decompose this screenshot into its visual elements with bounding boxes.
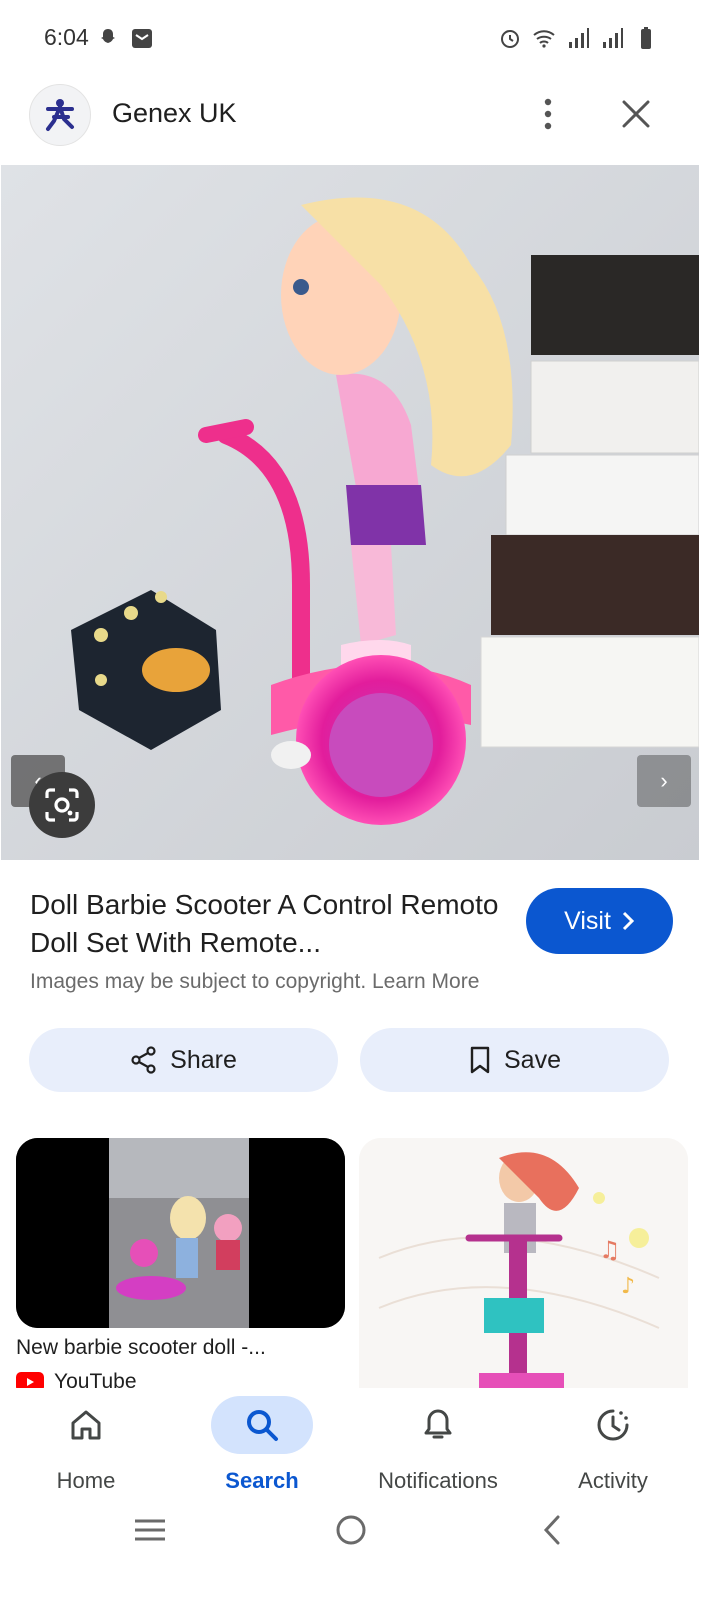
back-chevron-icon [543, 1515, 560, 1545]
related-title[interactable]: New barbie scooter doll -... [16, 1336, 345, 1360]
menu-lines-icon [135, 1519, 165, 1541]
related-result-card[interactable]: New barbie scooter doll -... YouTube [16, 1138, 345, 1394]
search-icon [247, 1410, 278, 1441]
site-name[interactable]: Genex UK [112, 98, 237, 129]
wifi-icon [533, 30, 555, 48]
visit-label: Visit [564, 906, 611, 935]
status-time: 6:04 [44, 24, 89, 50]
nav-activity[interactable]: Activity [528, 1388, 698, 1500]
bottom-navigation: Home Search Notifications Activity [0, 1388, 720, 1500]
system-navigation-bar [0, 1500, 720, 1608]
activity-icon [597, 1409, 629, 1441]
signal-icon [569, 28, 589, 48]
video-thumbnail [16, 1138, 345, 1328]
save-label: Save [504, 1045, 561, 1074]
signal-icon [603, 28, 623, 48]
share-icon [131, 1046, 156, 1074]
back-button[interactable] [522, 1508, 582, 1552]
nav-search[interactable]: Search [177, 1388, 347, 1500]
status-bar: 6:04 [0, 0, 720, 80]
bookmark-icon [470, 1046, 490, 1074]
circle-home-icon [336, 1515, 366, 1545]
bell-icon [424, 1409, 452, 1439]
snapchat-icon [101, 29, 115, 43]
nav-label: Home [56, 1468, 116, 1493]
svg-text:♫: ♫ [599, 1236, 621, 1264]
genex-logo-icon[interactable] [29, 84, 91, 146]
close-icon[interactable] [614, 92, 658, 136]
home-system-button[interactable] [321, 1508, 381, 1552]
alarm-icon [501, 30, 519, 48]
share-button[interactable]: Share [29, 1028, 338, 1092]
related-result-card[interactable]: ♫ ♪ [359, 1138, 688, 1398]
visit-button[interactable]: Visit [526, 888, 673, 954]
next-image-button[interactable]: › [637, 755, 691, 807]
lens-search-button[interactable] [29, 772, 95, 838]
nav-label: Notifications [378, 1468, 498, 1493]
source-header: Genex UK [0, 80, 720, 164]
result-title[interactable]: Doll Barbie Scooter A Control Remoto Dol… [30, 886, 510, 962]
nav-home[interactable]: Home [1, 1388, 171, 1500]
product-thumbnail: ♫ ♪ [359, 1138, 688, 1398]
google-lens-icon [45, 788, 79, 822]
share-label: Share [170, 1045, 237, 1074]
save-button[interactable]: Save [360, 1028, 669, 1092]
battery-icon [641, 27, 651, 49]
mail-icon [132, 29, 152, 48]
nav-label: Search [225, 1468, 299, 1493]
home-icon [71, 1410, 101, 1440]
recents-button[interactable] [120, 1508, 180, 1552]
nav-notifications[interactable]: Notifications [353, 1388, 523, 1500]
copyright-notice[interactable]: Images may be subject to copyright. Lear… [30, 970, 479, 994]
doll-scooter-illustration [1, 165, 699, 860]
chevron-right-icon [622, 911, 635, 931]
nav-label: Activity [578, 1468, 648, 1493]
svg-text:♪: ♪ [621, 1274, 635, 1299]
main-product-image[interactable]: ‹ › [1, 165, 699, 860]
more-vert-icon[interactable] [528, 92, 568, 136]
